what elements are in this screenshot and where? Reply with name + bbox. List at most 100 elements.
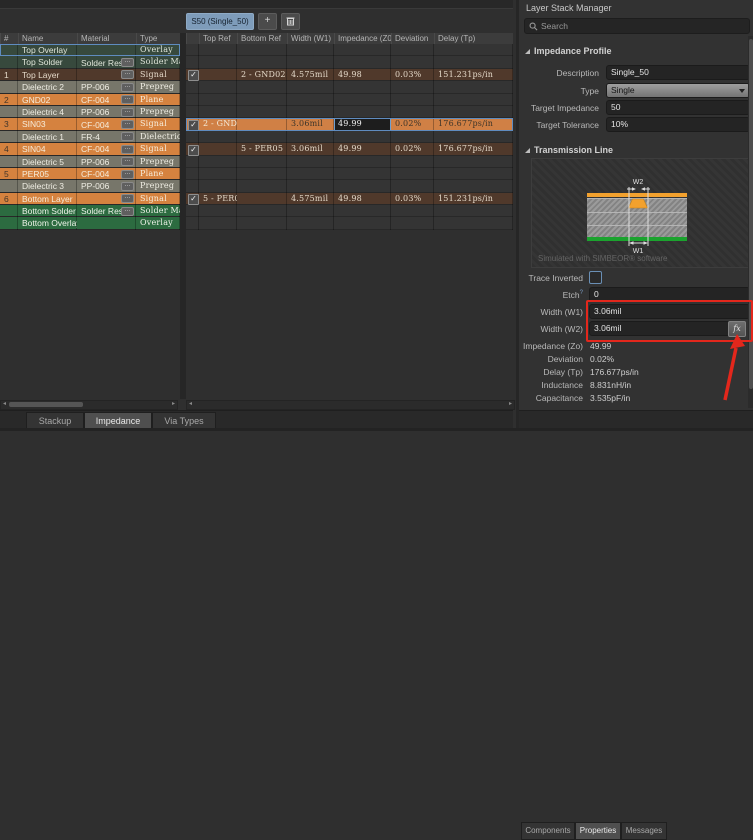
impedance-cell[interactable] bbox=[334, 56, 391, 68]
layer-number-cell[interactable]: 1 bbox=[0, 69, 18, 81]
width-cell[interactable] bbox=[287, 156, 334, 168]
row-enable-cell[interactable] bbox=[186, 131, 199, 143]
top-ref-cell[interactable] bbox=[199, 69, 237, 81]
layer-number-cell[interactable]: 4 bbox=[0, 143, 18, 155]
impedance-cell[interactable] bbox=[334, 106, 391, 118]
delay-cell[interactable] bbox=[434, 180, 513, 192]
impedance-cell[interactable] bbox=[334, 217, 391, 229]
stackup-row[interactable]: Dielectric 5PP-006…Prepreg bbox=[0, 156, 180, 168]
layer-number-cell[interactable] bbox=[0, 131, 18, 143]
top-ref-cell[interactable] bbox=[199, 217, 237, 229]
bottom-ref-cell[interactable] bbox=[237, 56, 287, 68]
impedance-row[interactable]: ✓2 - GND024.575mil49.980.03%151.231ps/in bbox=[186, 69, 513, 81]
impedance-row[interactable]: ✓5 - PER053.06mil49.990.02%176.677ps/in bbox=[186, 143, 513, 155]
layer-number-cell[interactable] bbox=[0, 217, 18, 229]
layer-material-cell[interactable]: Solder Resist… bbox=[77, 205, 136, 217]
layer-number-cell[interactable]: 6 bbox=[0, 193, 18, 205]
column-header[interactable]: Width (W1) bbox=[287, 33, 334, 44]
impedance-row[interactable] bbox=[186, 168, 513, 180]
row-enable-cell[interactable] bbox=[186, 217, 199, 229]
material-browse-button[interactable]: … bbox=[121, 83, 134, 92]
layer-material-cell[interactable] bbox=[77, 44, 136, 56]
layer-material-cell[interactable]: FR-4… bbox=[77, 131, 136, 143]
layer-name-cell[interactable]: PER05 bbox=[18, 168, 77, 180]
layer-name-cell[interactable]: SIN03 bbox=[18, 118, 77, 130]
impedance-row[interactable] bbox=[186, 106, 513, 118]
impedance-row[interactable] bbox=[186, 81, 513, 93]
impedance-cell[interactable]: 49.99 bbox=[334, 143, 391, 155]
width-cell[interactable] bbox=[287, 44, 334, 56]
top-ref-cell[interactable] bbox=[199, 168, 237, 180]
checkbox-checked-icon[interactable]: ✓ bbox=[188, 120, 199, 131]
layer-name-cell[interactable]: Top Solder bbox=[18, 56, 77, 68]
scroll-right-icon[interactable]: ▸ bbox=[507, 401, 514, 408]
row-enable-cell[interactable]: ✓ bbox=[186, 193, 199, 205]
top-ref-cell[interactable] bbox=[199, 44, 237, 56]
layer-material-cell[interactable]: PP-006… bbox=[77, 156, 136, 168]
layer-type-cell[interactable]: Solder Mask bbox=[136, 205, 180, 217]
deviation-cell[interactable] bbox=[391, 156, 434, 168]
deviation-cell[interactable] bbox=[391, 56, 434, 68]
row-enable-cell[interactable] bbox=[186, 180, 199, 192]
width-cell[interactable] bbox=[287, 56, 334, 68]
section-impedance-profile[interactable]: Impedance Profile bbox=[525, 46, 612, 56]
row-enable-cell[interactable] bbox=[186, 56, 199, 68]
layer-number-cell[interactable] bbox=[0, 81, 18, 93]
width-cell[interactable]: 3.06mil bbox=[287, 143, 334, 155]
tab-components[interactable]: Components bbox=[521, 822, 575, 840]
layer-number-cell[interactable] bbox=[0, 44, 18, 56]
layer-name-cell[interactable]: Bottom Solder bbox=[18, 205, 77, 217]
layer-material-cell[interactable]: PP-006… bbox=[77, 180, 136, 192]
delay-cell[interactable] bbox=[434, 94, 513, 106]
impedance-cell[interactable] bbox=[334, 205, 391, 217]
layer-type-cell[interactable]: Dielectric bbox=[136, 131, 180, 143]
tab-messages[interactable]: Messages bbox=[621, 822, 667, 840]
layer-type-cell[interactable]: Overlay bbox=[136, 217, 180, 229]
row-enable-cell[interactable] bbox=[186, 156, 199, 168]
material-browse-button[interactable]: … bbox=[121, 108, 134, 117]
scroll-left-icon[interactable]: ◂ bbox=[1, 401, 8, 408]
deviation-cell[interactable] bbox=[391, 44, 434, 56]
top-ref-cell[interactable] bbox=[199, 205, 237, 217]
layer-material-cell[interactable]: … bbox=[77, 193, 136, 205]
search-input[interactable]: Search bbox=[524, 18, 750, 34]
column-header[interactable]: Delay (Tp) bbox=[434, 33, 513, 44]
impedance-cell[interactable] bbox=[334, 81, 391, 93]
width-cell[interactable] bbox=[287, 205, 334, 217]
bottom-ref-cell[interactable] bbox=[237, 106, 287, 118]
column-header[interactable]: # bbox=[0, 33, 18, 44]
row-enable-cell[interactable] bbox=[186, 168, 199, 180]
row-enable-cell[interactable] bbox=[186, 106, 199, 118]
bottom-ref-cell[interactable] bbox=[237, 81, 287, 93]
row-enable-cell[interactable] bbox=[186, 44, 199, 56]
bottom-ref-cell[interactable] bbox=[237, 193, 287, 205]
impedance-cell[interactable] bbox=[334, 168, 391, 180]
impedance-cell[interactable] bbox=[334, 44, 391, 56]
layer-material-cell[interactable]: CF-004… bbox=[77, 94, 136, 106]
material-browse-button[interactable]: … bbox=[121, 120, 134, 129]
layer-number-cell[interactable] bbox=[0, 56, 18, 68]
stackup-row[interactable]: 2GND02CF-004…Plane bbox=[0, 94, 180, 106]
row-enable-cell[interactable] bbox=[186, 94, 199, 106]
top-ref-cell[interactable] bbox=[199, 94, 237, 106]
deviation-cell[interactable] bbox=[391, 180, 434, 192]
impedance-cell[interactable] bbox=[334, 131, 391, 143]
bottom-ref-cell[interactable] bbox=[237, 94, 287, 106]
layer-type-cell[interactable]: Solder Mask bbox=[136, 56, 180, 68]
top-ref-cell[interactable]: 5 - PER05 bbox=[199, 193, 237, 205]
bottom-ref-cell[interactable] bbox=[237, 118, 287, 130]
width-cell[interactable]: 4.575mil bbox=[287, 193, 334, 205]
delete-profile-button[interactable] bbox=[281, 13, 300, 30]
bottom-ref-cell[interactable] bbox=[237, 44, 287, 56]
top-ref-cell[interactable] bbox=[199, 56, 237, 68]
delay-cell[interactable] bbox=[434, 205, 513, 217]
target-tolerance-field[interactable]: 10% bbox=[606, 117, 750, 132]
stackup-row[interactable]: 6Bottom Layer…Signal bbox=[0, 193, 180, 205]
layer-name-cell[interactable]: Dielectric 5 bbox=[18, 156, 77, 168]
top-ref-cell[interactable] bbox=[199, 81, 237, 93]
bottom-ref-cell[interactable] bbox=[237, 168, 287, 180]
width-cell[interactable]: 4.575mil bbox=[287, 69, 334, 81]
width-cell[interactable] bbox=[287, 180, 334, 192]
impedance-row[interactable] bbox=[186, 217, 513, 229]
layer-name-cell[interactable]: Dielectric 4 bbox=[18, 106, 77, 118]
